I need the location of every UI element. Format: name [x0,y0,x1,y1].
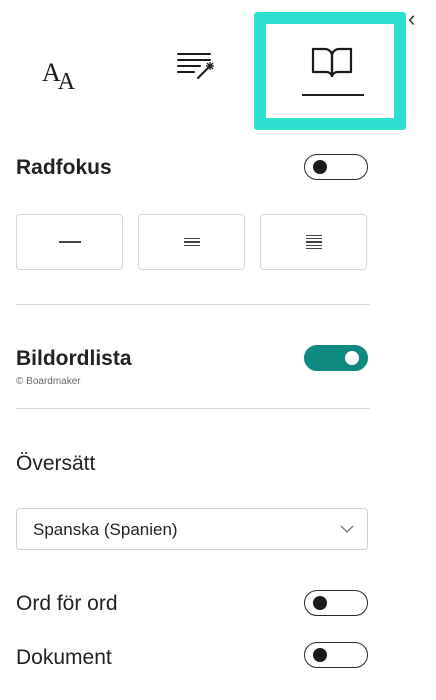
picture-dictionary-attribution: © Boardmaker [16,376,81,387]
line-focus-one-line-button[interactable] [16,214,123,270]
tab-grammar-options[interactable] [160,40,230,90]
line-focus-toggle[interactable] [304,154,368,180]
document-toggle[interactable] [304,642,368,668]
toggle-knob [313,648,327,662]
translate-language-select[interactable]: Spanska (Spanien) [16,508,368,550]
document-label: Dokument [16,646,112,669]
toggle-knob [313,160,327,174]
line-focus-five-lines-button[interactable] [260,214,367,270]
three-lines-icon [183,237,200,247]
toggle-knob [313,596,327,610]
grammar-wand-icon [177,53,214,79]
collapse-chevron-icon[interactable]: ‹ [408,6,415,32]
five-lines-icon [305,234,322,250]
word-by-word-toggle[interactable] [304,590,368,616]
selected-language: Spanska (Spanien) [33,520,178,539]
chevron-down-icon [340,525,354,533]
toggle-knob [345,351,359,365]
divider [16,304,370,305]
translate-label: Översätt [16,452,96,475]
line-focus-label: Radfokus [16,156,112,179]
word-by-word-label: Ord för ord [16,592,118,615]
picture-dictionary-label: Bildordlista [16,347,132,370]
divider [16,408,370,409]
tab-active-underline [302,94,364,96]
text-size-icon: AA [41,58,76,95]
tab-reading-preferences[interactable] [262,16,402,126]
tab-text-preferences[interactable]: AA [28,48,92,98]
line-focus-three-lines-button[interactable] [138,214,245,270]
one-line-icon [58,241,81,243]
open-book-icon [311,47,353,78]
picture-dictionary-toggle[interactable] [304,345,368,371]
